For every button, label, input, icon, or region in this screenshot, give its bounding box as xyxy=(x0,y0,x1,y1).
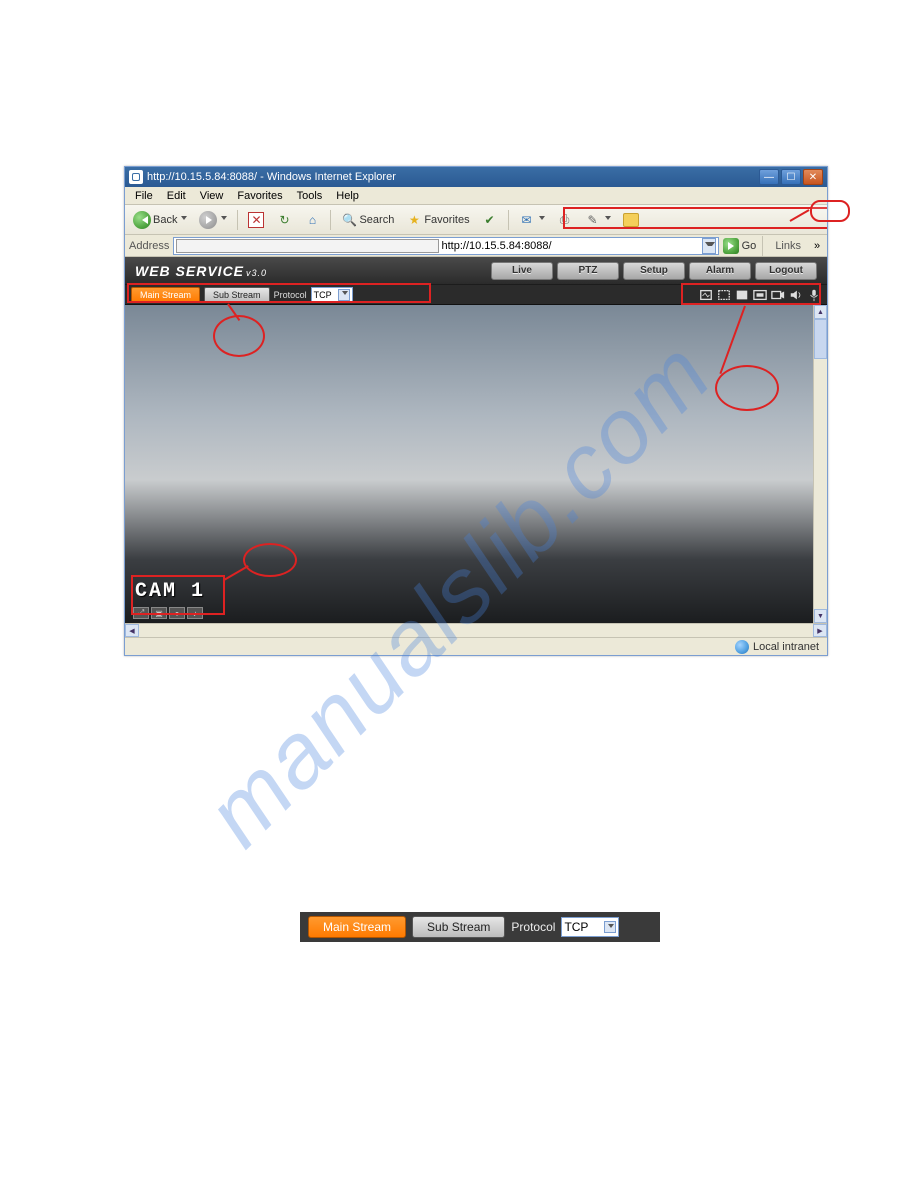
search-button[interactable]: 🔍Search xyxy=(337,210,398,230)
camera-label: CAM 1 xyxy=(135,580,205,603)
browser-window: http://10.15.5.84:8088/ - Windows Intern… xyxy=(124,166,828,656)
go-button[interactable]: Go xyxy=(723,238,757,254)
tab-alarm[interactable]: Alarm xyxy=(689,262,751,280)
refresh-button[interactable]: ↻ xyxy=(272,210,296,230)
arrow-right-icon xyxy=(199,211,217,229)
page-icon xyxy=(129,170,143,184)
menu-tools[interactable]: Tools xyxy=(291,189,329,203)
edit-button[interactable]: ✎ xyxy=(581,210,615,230)
menu-file[interactable]: File xyxy=(129,189,159,203)
protocol-value: TCP xyxy=(314,290,332,300)
tab-setup[interactable]: Setup xyxy=(623,262,685,280)
window-title: http://10.15.5.84:8088/ - Windows Intern… xyxy=(147,171,759,183)
image-adjust-icon[interactable] xyxy=(699,288,713,302)
scroll-down-arrow[interactable]: ▼ xyxy=(814,609,827,623)
address-url: http://10.15.5.84:8088/ xyxy=(442,240,702,252)
arrow-left-icon xyxy=(133,211,151,229)
menu-help[interactable]: Help xyxy=(330,189,365,203)
zoom-icon[interactable]: ⤢ xyxy=(133,607,149,619)
inset-main-stream-button[interactable]: Main Stream xyxy=(308,916,406,938)
folder-button[interactable] xyxy=(619,211,643,229)
menu-favorites[interactable]: Favorites xyxy=(231,189,288,203)
menu-view[interactable]: View xyxy=(194,189,230,203)
history-icon: ✔ xyxy=(482,212,498,228)
forward-button[interactable] xyxy=(195,209,231,231)
encode-bar-inset: Main Stream Sub Stream Protocol TCP xyxy=(300,912,660,942)
browser-toolbar: Back ✕ ↻ ⌂ 🔍Search ★Favorites ✔ ✉ ⎙ ✎ xyxy=(125,205,827,235)
statusbar: Local intranet xyxy=(125,637,827,655)
edit-icon: ✎ xyxy=(585,212,601,228)
star-icon: ★ xyxy=(406,212,422,228)
protocol-select[interactable]: TCP xyxy=(311,287,353,303)
address-dropdown[interactable] xyxy=(702,238,716,254)
main-stream-button[interactable]: Main Stream xyxy=(131,287,200,303)
zone-icon xyxy=(735,640,749,654)
tab-logout[interactable]: Logout xyxy=(755,262,817,280)
webservice-header: WEB SERVICEv3.0 Live PTZ Setup Alarm Log… xyxy=(125,257,827,285)
protocol-label: Protocol xyxy=(274,290,307,300)
page-icon xyxy=(176,239,438,253)
links-label[interactable]: Links xyxy=(769,240,807,252)
home-button[interactable]: ⌂ xyxy=(300,210,324,230)
tab-live[interactable]: Live xyxy=(491,262,553,280)
fluency-icon[interactable] xyxy=(771,288,785,302)
record-icon[interactable]: ● xyxy=(169,607,185,619)
folder-icon xyxy=(623,213,639,227)
fullscreen-icon[interactable] xyxy=(735,288,749,302)
inset-protocol-select[interactable]: TCP xyxy=(561,917,619,937)
chevron-down-icon xyxy=(338,289,350,301)
webservice-title: WEB SERVICEv3.0 xyxy=(135,263,267,279)
home-icon: ⌂ xyxy=(304,212,320,228)
history-button[interactable]: ✔ xyxy=(478,210,502,230)
page-viewport: WEB SERVICEv3.0 Live PTZ Setup Alarm Log… xyxy=(125,257,827,637)
tab-ptz[interactable]: PTZ xyxy=(557,262,619,280)
webservice-toolbar: Main Stream Sub Stream Protocol TCP xyxy=(125,285,827,305)
back-button[interactable]: Back xyxy=(129,209,191,231)
go-icon xyxy=(723,238,739,254)
horizontal-scrollbar[interactable]: ◀ ▶ xyxy=(125,623,827,637)
video-area: CAM 1 ⤢ ▣ ● ♪ xyxy=(125,305,827,623)
addressbar: Address http://10.15.5.84:8088/ Go Links… xyxy=(125,235,827,257)
chevron-down-icon xyxy=(604,921,616,933)
camera-controls: ⤢ ▣ ● ♪ xyxy=(133,607,203,619)
zone-label: Local intranet xyxy=(753,641,819,653)
speaker-icon[interactable] xyxy=(789,288,803,302)
ratio-icon[interactable] xyxy=(753,288,767,302)
scroll-thumb[interactable] xyxy=(814,319,827,359)
print-button[interactable]: ⎙ xyxy=(553,210,577,230)
mail-icon: ✉ xyxy=(519,212,535,228)
snapshot-icon[interactable]: ▣ xyxy=(151,607,167,619)
favorites-button[interactable]: ★Favorites xyxy=(402,210,473,230)
mail-button[interactable]: ✉ xyxy=(515,210,549,230)
refresh-icon: ↻ xyxy=(276,212,292,228)
scroll-left-arrow[interactable]: ◀ xyxy=(125,624,139,637)
window-minimize-button[interactable]: — xyxy=(759,169,779,185)
address-input[interactable]: http://10.15.5.84:8088/ xyxy=(173,237,718,255)
microphone-icon[interactable] xyxy=(807,288,821,302)
stop-icon: ✕ xyxy=(248,212,264,228)
links-dropdown[interactable]: » xyxy=(811,238,823,254)
original-size-icon[interactable] xyxy=(717,288,731,302)
print-icon: ⎙ xyxy=(557,212,573,228)
nav-tabs: Live PTZ Setup Alarm Logout xyxy=(491,262,817,280)
sub-stream-button[interactable]: Sub Stream xyxy=(204,287,270,303)
window-close-button[interactable]: ✕ xyxy=(803,169,823,185)
scroll-up-arrow[interactable]: ▲ xyxy=(814,305,827,319)
audio-icon[interactable]: ♪ xyxy=(187,607,203,619)
inset-protocol-label: Protocol xyxy=(511,920,555,934)
menu-edit[interactable]: Edit xyxy=(161,189,192,203)
stop-button[interactable]: ✕ xyxy=(244,210,268,230)
menubar: File Edit View Favorites Tools Help xyxy=(125,187,827,205)
titlebar: http://10.15.5.84:8088/ - Windows Intern… xyxy=(125,167,827,187)
address-label: Address xyxy=(129,240,169,252)
window-maximize-button[interactable]: ☐ xyxy=(781,169,801,185)
search-icon: 🔍 xyxy=(341,212,357,228)
vertical-scrollbar[interactable]: ▲ ▼ xyxy=(813,305,827,623)
scroll-right-arrow[interactable]: ▶ xyxy=(813,624,827,637)
inset-protocol-value: TCP xyxy=(564,920,588,934)
inset-sub-stream-button[interactable]: Sub Stream xyxy=(412,916,505,938)
